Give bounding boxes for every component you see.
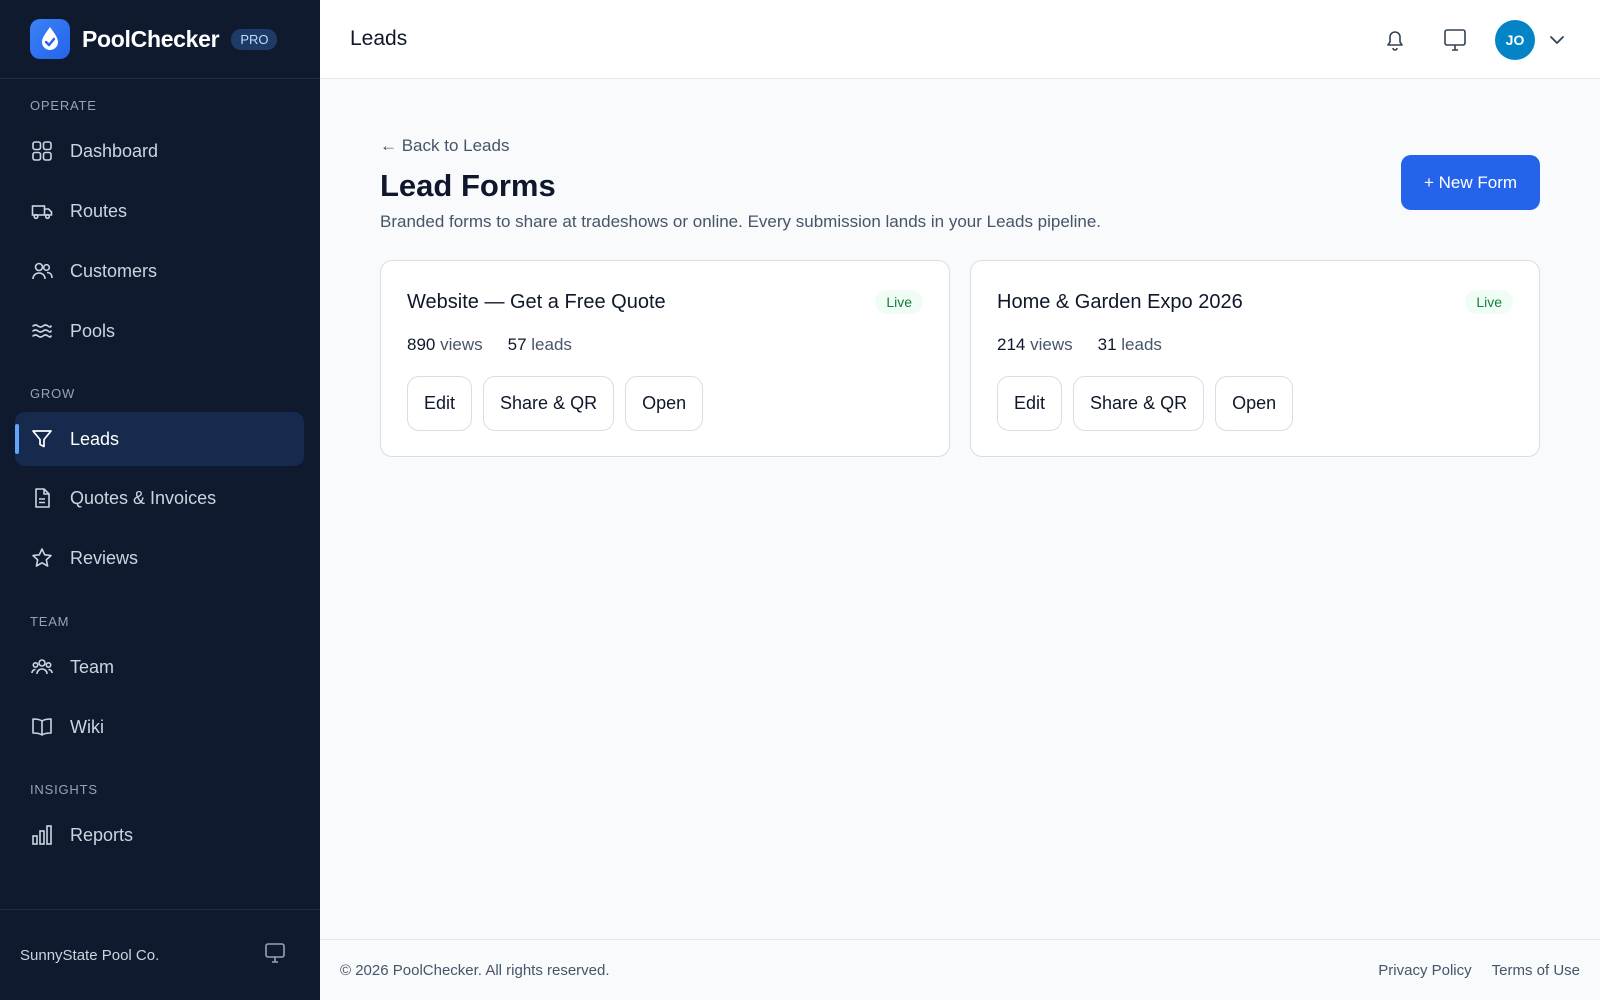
sidebar-item-routes[interactable]: Routes	[15, 184, 304, 238]
sidebar-item-dashboard[interactable]: Dashboard	[15, 124, 304, 178]
brand[interactable]: PoolChecker PRO	[0, 0, 320, 79]
views-count: 890	[407, 335, 436, 354]
sidebar-item-customers[interactable]: Customers	[15, 244, 304, 298]
sidebar-item-wiki[interactable]: Wiki	[15, 700, 304, 754]
open-button[interactable]: Open	[1215, 376, 1294, 431]
page-description: Branded forms to share at tradeshows or …	[380, 212, 1101, 231]
sidebar-item-team[interactable]: Team	[15, 640, 304, 694]
sidebar-item-reports[interactable]: Reports	[15, 808, 304, 862]
views-label: views	[440, 335, 483, 354]
share-qr-button[interactable]: Share & QR	[1073, 376, 1205, 431]
page-header-title: Leads	[350, 27, 408, 50]
leads-label: leads	[1121, 335, 1162, 354]
sidebar-item-label: Wiki	[70, 716, 104, 737]
chevron-down-icon[interactable]	[1545, 28, 1569, 52]
sidebar-item-label: Team	[70, 656, 115, 677]
monitor-icon[interactable]	[1443, 28, 1467, 52]
footer-links: Privacy Policy Terms of Use	[1358, 962, 1580, 979]
form-card-actions: Edit Share & QR Open	[407, 376, 714, 431]
leads-count: 31	[1097, 335, 1117, 354]
document-icon	[31, 487, 53, 509]
sidebar-footer: SunnyState Pool Co.	[0, 909, 320, 1000]
back-to-leads-link[interactable]: ← Back to Leads	[380, 136, 509, 156]
sidebar-item-pools[interactable]: Pools	[15, 304, 304, 358]
section-label-insights: INSIGHTS	[30, 782, 98, 797]
edit-button[interactable]: Edit	[407, 376, 473, 431]
form-card-stats: 214 views 31 leads	[997, 335, 1187, 355]
section-label-team: TEAM	[30, 614, 70, 629]
leads-stat: 31 leads	[1098, 335, 1162, 355]
sidebar-item-label: Quotes & Invoices	[70, 487, 217, 508]
section-label-operate: OPERATE	[30, 98, 97, 113]
sidebar-item-label: Dashboard	[70, 140, 159, 161]
sidebar-item-leads[interactable]: Leads	[15, 412, 304, 466]
monitor-icon[interactable]	[264, 942, 286, 969]
views-stat: 890 views	[407, 335, 483, 355]
star-icon	[31, 547, 53, 569]
book-icon	[31, 716, 53, 738]
form-card-actions: Edit Share & QR Open	[997, 376, 1304, 431]
leads-count: 57	[507, 335, 527, 354]
sidebar-item-quotes-invoices[interactable]: Quotes & Invoices	[15, 471, 304, 525]
grid-icon	[31, 140, 53, 162]
bar-chart-icon	[31, 824, 53, 846]
form-card-title: Home & Garden Expo 2026	[997, 291, 1243, 313]
views-count: 214	[997, 335, 1026, 354]
page-footer: © 2026 PoolChecker. All rights reserved.…	[320, 939, 1600, 1000]
sidebar-item-label: Reviews	[70, 547, 139, 568]
leads-label: leads	[531, 335, 572, 354]
brand-name: PoolChecker	[82, 25, 220, 52]
sidebar-item-label: Customers	[70, 260, 158, 281]
avatar[interactable]: JO	[1495, 20, 1535, 60]
sidebar: PoolChecker PRO OPERATE Dashboard Routes…	[0, 0, 320, 1000]
truck-icon	[31, 200, 53, 222]
copyright: © 2026 PoolChecker. All rights reserved.	[340, 962, 610, 979]
users-icon	[31, 260, 53, 282]
terms-of-use-link[interactable]: Terms of Use	[1492, 962, 1580, 979]
sidebar-item-label: Pools	[70, 320, 116, 341]
form-card-stats: 890 views 57 leads	[407, 335, 597, 355]
new-form-button[interactable]: + New Form	[1401, 155, 1540, 210]
open-button[interactable]: Open	[625, 376, 704, 431]
status-badge: Live	[875, 290, 923, 314]
edit-button[interactable]: Edit	[997, 376, 1063, 431]
section-label-grow: GROW	[30, 386, 76, 401]
share-qr-button[interactable]: Share & QR	[483, 376, 615, 431]
bell-icon[interactable]	[1383, 28, 1407, 52]
company-name: SunnyState Pool Co.	[20, 946, 160, 964]
views-stat: 214 views	[997, 335, 1073, 355]
page-title: Lead Forms	[380, 168, 556, 203]
privacy-policy-link[interactable]: Privacy Policy	[1378, 962, 1471, 979]
form-card: Home & Garden Expo 2026 Live 214 views 3…	[970, 260, 1540, 457]
waves-icon	[31, 320, 53, 342]
views-label: views	[1030, 335, 1073, 354]
funnel-icon	[31, 428, 53, 450]
top-header: Leads JO	[320, 0, 1600, 79]
sidebar-item-label: Leads	[70, 428, 120, 449]
sidebar-item-reviews[interactable]: Reviews	[15, 531, 304, 585]
team-icon	[31, 656, 53, 678]
leads-stat: 57 leads	[508, 335, 572, 355]
water-drop-logo-icon	[30, 19, 70, 59]
form-card: Website — Get a Free Quote Live 890 view…	[380, 260, 950, 457]
pro-badge: PRO	[231, 28, 278, 50]
form-card-title: Website — Get a Free Quote	[407, 291, 666, 313]
sidebar-item-label: Routes	[70, 200, 128, 221]
sidebar-item-label: Reports	[70, 824, 134, 845]
status-badge: Live	[1465, 290, 1513, 314]
